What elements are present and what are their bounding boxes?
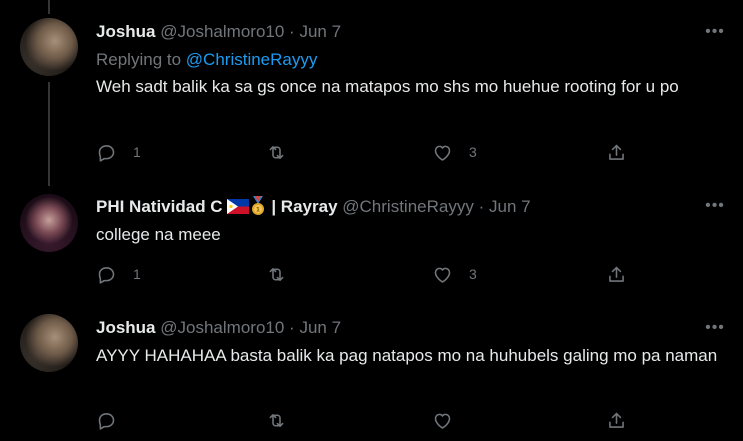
tweet-text: college na meee [96,225,221,244]
like-button[interactable]: 3 [432,262,477,286]
heart-icon [434,267,451,283]
reply-icon [98,144,115,162]
replying-to: Replying to @ChristineRayyy [96,50,317,70]
share-button[interactable] [606,262,627,286]
reply-count: 1 [133,144,141,160]
tweet-text: Weh sadt balik ka sa gs once na matapos … [96,77,679,96]
tweet-header: PHI Natividad C 1 | Rayray @ChristineRayy… [96,196,531,217]
like-button[interactable]: 3 [432,140,477,164]
reply-button[interactable]: 1 [96,140,141,164]
display-name-suffix: | Rayray [271,197,338,216]
more-options-icon[interactable]: ••• [703,320,727,341]
philippines-flag-icon [226,199,249,214]
share-button[interactable] [606,408,627,432]
replying-to-label: Replying to [96,50,182,69]
tweet[interactable]: Joshua @Joshalmoro10 · Jun 7 ••• AYYY HA… [0,298,743,441]
share-button[interactable] [606,140,627,164]
display-name[interactable]: PHI Natividad C 1 | Rayray [96,196,338,216]
retweet-button[interactable] [266,140,303,164]
tweet-actions: 1 3 [96,262,636,286]
tweet-text: AYYY HAHAHAA basta balik ka pag natapos … [96,346,718,365]
reply-icon [98,266,115,284]
heart-icon [434,413,451,429]
user-handle[interactable]: @Joshalmoro10 [160,318,284,337]
svg-text:1: 1 [256,207,260,214]
avatar[interactable] [20,194,78,252]
like-count: 3 [469,144,477,160]
tweet[interactable]: Joshua @Joshalmoro10 · Jun 7 ••• Replyin… [0,0,743,178]
reply-button[interactable] [96,408,133,432]
tweet-date[interactable]: Jun 7 [489,197,531,216]
retweet-button[interactable] [266,262,303,286]
avatar[interactable] [20,18,78,76]
more-options-icon[interactable]: ••• [703,198,727,219]
reply-mention-link[interactable]: @ChristineRayyy [186,50,318,69]
user-handle[interactable]: @Joshalmoro10 [160,22,284,41]
retweet-icon [269,413,284,427]
tweet[interactable]: PHI Natividad C 1 | Rayray @ChristineRayy… [0,178,743,298]
retweet-button[interactable] [266,408,303,432]
share-icon [609,412,624,428]
medal-icon: 1 [251,196,264,215]
share-icon [609,144,624,160]
tweet-date[interactable]: Jun 7 [299,318,341,337]
retweet-icon [269,145,284,159]
display-name-text: PHI Natividad C [96,197,223,216]
display-name[interactable]: Joshua [96,22,156,41]
user-handle[interactable]: @ChristineRayyy [342,197,474,216]
separator-dot: · [289,318,295,337]
more-options-icon[interactable]: ••• [703,24,727,45]
display-name[interactable]: Joshua [96,318,156,337]
separator-dot: · [478,197,485,216]
tweet-actions: 1 3 [96,140,636,164]
tweet-header: Joshua @Joshalmoro10 · Jun 7 [96,318,341,338]
separator-dot: · [289,22,295,41]
retweet-icon [269,267,284,281]
reply-icon [98,412,115,430]
share-icon [609,266,624,282]
reply-button[interactable]: 1 [96,262,141,286]
avatar[interactable] [20,314,78,372]
reply-count: 1 [133,266,141,282]
like-count: 3 [469,266,477,282]
tweet-date[interactable]: Jun 7 [299,22,341,41]
heart-icon [434,145,451,161]
tweet-actions [96,408,636,432]
tweet-header: Joshua @Joshalmoro10 · Jun 7 [96,22,341,42]
like-button[interactable] [432,408,469,432]
